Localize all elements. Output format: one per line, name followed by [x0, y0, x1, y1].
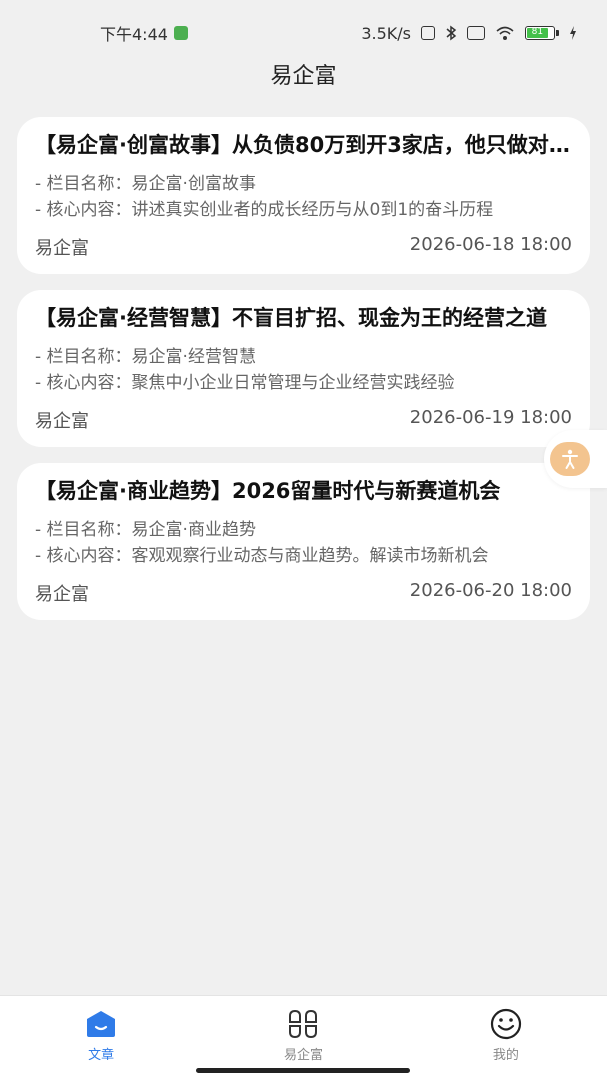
- smiley-icon: [490, 1008, 521, 1040]
- battery-tip: [556, 30, 559, 36]
- article-title: 【易企富·商业趋势】2026留量时代与新赛道机会: [35, 479, 501, 503]
- article-title: 【易企富·经营智慧】不盲目扩招、现金为王的经营之道: [35, 306, 547, 330]
- bluetooth-icon: [446, 25, 457, 41]
- article-footer: 易企富 2026-06-18 18:00: [35, 234, 572, 260]
- tab-yiqifu-label: 易企富: [283, 1048, 323, 1063]
- status-time: 下午4:44: [100, 25, 168, 44]
- accessibility-icon: [562, 449, 578, 469]
- article-list: 【易企富·创富故事】从负债80万到开3家店，他只做对了一件事 - 栏目名称：易企…: [17, 117, 590, 636]
- article-title: 【易企富·创富故事】从负债80万到开3家店，他只做对了一件事: [35, 133, 572, 157]
- grid-icon: [289, 1009, 318, 1039]
- home-indicator: [196, 1068, 410, 1073]
- article-meta: - 栏目名称：易企富·商业趋势 - 核心内容：客观观察行业动态与商业趋势。解读市…: [35, 517, 572, 569]
- article-date: 2026-06-18 18:00: [409, 234, 572, 255]
- tab-articles-label: 文章: [88, 1048, 115, 1063]
- article-card[interactable]: 【易企富·商业趋势】2026留量时代与新赛道机会 - 栏目名称：易企富·商业趋势…: [17, 463, 590, 620]
- article-card[interactable]: 【易企富·创富故事】从负债80万到开3家店，他只做对了一件事 - 栏目名称：易企…: [17, 117, 590, 274]
- status-right: 3.5K/s 81: [361, 24, 577, 43]
- page-title: 易企富: [270, 64, 337, 89]
- article-source: 易企富: [35, 584, 89, 605]
- battery-body: 81: [525, 26, 555, 40]
- article-footer: 易企富 2026-06-19 18:00: [35, 407, 572, 433]
- sim-icon: [467, 26, 485, 40]
- article-column: - 栏目名称：易企富·经营智慧: [35, 347, 256, 367]
- wifi-icon: [496, 26, 514, 40]
- article-content: - 核心内容：讲述真实创业者的成长经历与从0到1的奋斗历程: [35, 200, 494, 220]
- hd-icon: [421, 26, 435, 40]
- home-icon: [87, 1011, 116, 1037]
- article-meta: - 栏目名称：易企富·经营智慧 - 核心内容：聚焦中小企业日常管理与企业经营实践…: [35, 344, 572, 396]
- status-left: 下午4:44: [100, 21, 188, 45]
- article-source: 易企富: [35, 238, 89, 259]
- article-date: 2026-06-20 18:00: [409, 580, 572, 601]
- tab-mine[interactable]: 我的: [405, 996, 607, 1081]
- floating-accessibility-tab[interactable]: [544, 430, 607, 488]
- article-date: 2026-06-19 18:00: [409, 407, 572, 428]
- battery-icon: 81: [525, 26, 559, 40]
- article-content: - 核心内容：客观观察行业动态与商业趋势。解读市场新机会: [35, 546, 489, 566]
- tab-mine-label: 我的: [492, 1048, 519, 1063]
- notification-app-icon: [173, 26, 188, 40]
- network-speed: 3.5K/s: [361, 23, 411, 43]
- article-footer: 易企富 2026-06-20 18:00: [35, 580, 572, 606]
- article-column: - 栏目名称：易企富·创富故事: [35, 174, 256, 194]
- article-card[interactable]: 【易企富·经营智慧】不盲目扩招、现金为王的经营之道 - 栏目名称：易企富·经营智…: [17, 290, 590, 447]
- status-bar: 下午4:44 3.5K/s 81: [0, 0, 607, 66]
- battery-level: 81: [527, 28, 548, 38]
- charging-icon: [570, 26, 576, 40]
- article-content: - 核心内容：聚焦中小企业日常管理与企业经营实践经验: [35, 373, 455, 393]
- accessibility-button[interactable]: [550, 442, 590, 476]
- article-source: 易企富: [35, 411, 89, 432]
- article-meta: - 栏目名称：易企富·创富故事 - 核心内容：讲述真实创业者的成长经历与从0到1…: [35, 171, 572, 223]
- tab-articles[interactable]: 文章: [0, 996, 202, 1081]
- article-column: - 栏目名称：易企富·商业趋势: [35, 520, 256, 540]
